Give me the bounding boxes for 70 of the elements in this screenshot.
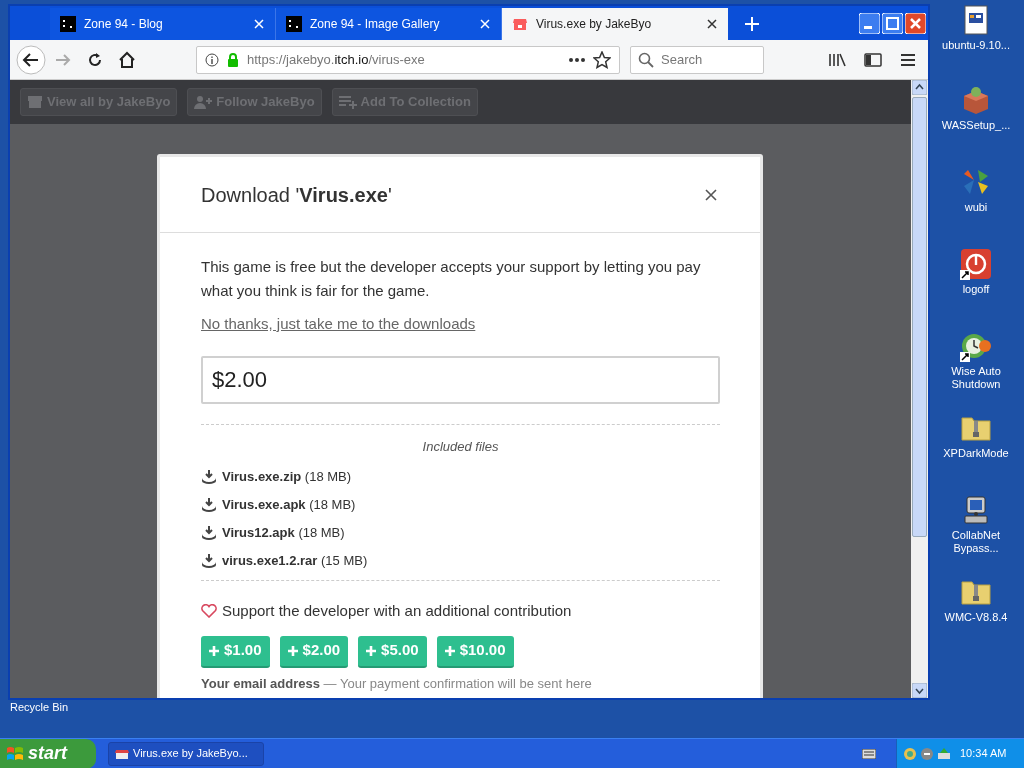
file-link[interactable]: Virus.exe.zip (18 MB) [222, 467, 352, 487]
power-icon[interactable] [960, 248, 992, 280]
desktop-icon-label[interactable]: Wise Auto Shutdown [934, 365, 1018, 391]
tab-title: Zone 94 - Blog [84, 16, 164, 33]
dialog-title: Download 'Virus.exe' [201, 182, 393, 208]
close-icon[interactable] [706, 18, 718, 30]
taskbar-button[interactable]: Virus.exe by JakeByo... [108, 741, 264, 766]
download-icon[interactable] [201, 554, 217, 568]
home-button[interactable] [118, 50, 136, 69]
favicon-icon [286, 16, 302, 32]
download-icon[interactable] [201, 526, 217, 540]
browser-tab[interactable]: Zone 94 - Image Gallery [276, 8, 502, 40]
download-icon[interactable] [201, 498, 217, 512]
windows-logo-icon [6, 744, 24, 763]
browser-tab[interactable]: Virus.exe by JakeByo [502, 8, 728, 40]
address-bar[interactable]: https://jakebyo.itch.io/virus-exe [196, 45, 620, 74]
plus-icon [366, 645, 377, 656]
file-link[interactable]: Virus.exe.apk (18 MB) [222, 495, 356, 515]
tab-title: Zone 94 - Image Gallery [310, 16, 441, 33]
keyboard-icon[interactable] [862, 748, 876, 759]
close-icon[interactable] [705, 188, 717, 201]
menu-icon[interactable] [900, 52, 916, 67]
plus-icon [287, 645, 298, 656]
library-icon[interactable] [828, 51, 846, 68]
desktop-icon-label[interactable]: wubi [934, 201, 1018, 214]
search-icon [638, 51, 654, 68]
download-icon[interactable] [201, 470, 217, 484]
favicon-icon [60, 16, 76, 32]
maximize-button[interactable] [882, 13, 903, 34]
info-icon[interactable] [205, 52, 219, 67]
file-link[interactable]: Virus12.apk (18 MB) [222, 523, 345, 543]
reload-button[interactable] [86, 50, 104, 69]
bookmark-star-icon[interactable] [593, 50, 611, 69]
lock-icon [227, 52, 239, 67]
desktop-icon-label[interactable]: XPDarkMode [934, 447, 1018, 460]
price-field[interactable]: $2.00 [201, 355, 720, 404]
desktop-icon-label[interactable]: Recycle Bin [10, 701, 69, 713]
desktop-icon-label[interactable]: WMC-V8.8.4 [934, 611, 1018, 624]
back-button[interactable] [16, 44, 46, 75]
start-button[interactable]: start [0, 738, 96, 768]
browser-tab[interactable]: Zone 94 - Blog [50, 8, 276, 40]
heart-icon [201, 604, 217, 619]
description-text: This game is free but the developer accepts your support by letting you pay what you think is fair for the game. [201, 257, 702, 301]
url-text: https://jakebyo.itch.io/virus-exe [247, 50, 426, 69]
tray-icon[interactable] [937, 746, 951, 761]
plus-icon [209, 645, 219, 656]
support-text: Support the developer with an additional contribution [222, 601, 572, 621]
skip-link[interactable]: No thanks, just take me to the downloads [201, 313, 476, 336]
add-user-icon [194, 95, 213, 109]
minimize-button[interactable] [859, 13, 880, 34]
new-tab-icon[interactable] [744, 16, 760, 32]
file-link[interactable]: virus.exe1.2.rar (15 MB) [222, 551, 368, 571]
add-list-icon [338, 95, 357, 109]
clock-text: 10:34 AM [960, 746, 1007, 762]
desktop-icon-label[interactable]: ubuntu-9.10... [934, 39, 1018, 52]
tray-icon[interactable] [920, 746, 934, 761]
more-icon[interactable] [569, 57, 585, 62]
section-heading: Included files [421, 437, 500, 456]
tab-title: Virus.exe by JakeByo [536, 16, 653, 33]
desktop-icon-label[interactable]: CollabNet Bypass... [934, 529, 1018, 555]
close-button[interactable] [905, 13, 926, 34]
plus-icon [444, 645, 455, 656]
sidebar-icon[interactable] [864, 51, 882, 68]
scroll-up-button[interactable] [912, 80, 927, 95]
email-label: Your email address — Your payment confirmation will be sent here [201, 675, 592, 691]
desktop-icon-label[interactable]: logoff [934, 283, 1018, 296]
scroll-down-button[interactable] [912, 683, 927, 698]
scrollbar[interactable] [911, 80, 928, 698]
desktop-icon-label[interactable]: WASSetup_... [934, 119, 1018, 132]
search-field[interactable]: Search [630, 45, 764, 74]
